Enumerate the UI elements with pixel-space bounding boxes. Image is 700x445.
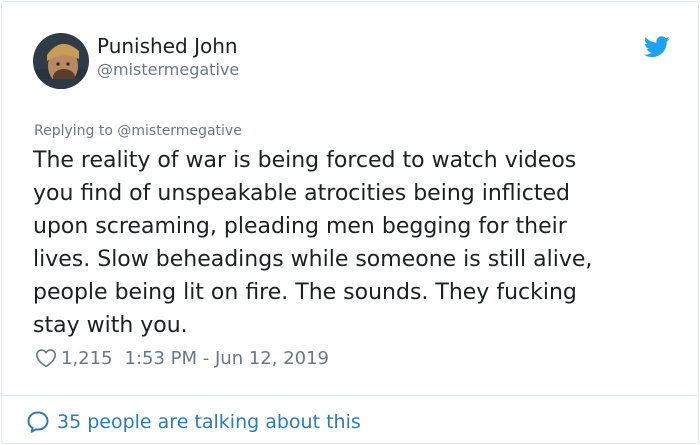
heart-icon[interactable] (35, 347, 57, 369)
user-handle[interactable]: @mistermegative (97, 60, 239, 80)
timestamp[interactable]: 1:53 PM - Jun 12, 2019 (125, 348, 329, 369)
tweet-meta: 1,215 1:53 PM - Jun 12, 2019 (35, 346, 329, 370)
replying-to[interactable]: Replying to @mistermegative (34, 121, 242, 141)
speech-bubble-icon (27, 411, 49, 433)
twitter-bird-icon[interactable] (644, 36, 670, 58)
conversation-link[interactable]: 35 people are talking about this (26, 407, 361, 437)
like-count[interactable]: 1,215 (61, 348, 113, 369)
divider (2, 395, 698, 396)
conversation-label[interactable]: 35 people are talking about this (57, 411, 361, 433)
avatar-photo (33, 33, 89, 89)
tweet-card: Punished John @mistermegative Replying t… (1, 1, 699, 444)
avatar[interactable] (33, 33, 89, 89)
display-name[interactable]: Punished John (97, 33, 238, 59)
tweet-text: The reality of war is being forced to wa… (33, 148, 593, 338)
